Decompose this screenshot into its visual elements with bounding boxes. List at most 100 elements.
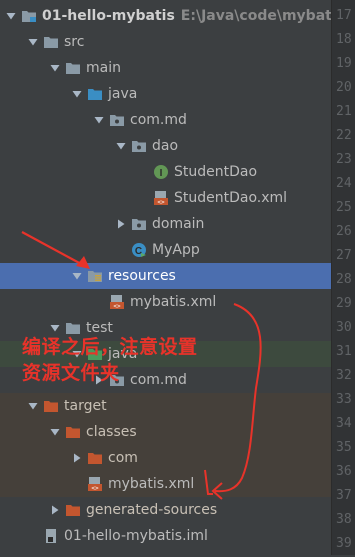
expand-arrow-right-icon[interactable] — [114, 211, 128, 237]
line-number: 24 — [336, 176, 352, 191]
excluded-folder-icon — [42, 393, 60, 419]
line-number: 36 — [336, 464, 352, 479]
excluded-folder-icon — [64, 497, 82, 523]
line-number: 19 — [336, 56, 352, 71]
line-number: 33 — [336, 392, 352, 407]
iml-icon — [42, 523, 60, 549]
xml-icon: <> — [152, 185, 170, 211]
expand-arrow-down-icon[interactable] — [48, 419, 62, 445]
tree-item-studentdao[interactable]: I StudentDao — [0, 159, 331, 185]
tree-item-resources[interactable]: resources — [0, 263, 331, 289]
tree-item-label: StudentDao — [174, 164, 258, 180]
expand-arrow-down-icon[interactable] — [48, 55, 62, 81]
tree-item-domain[interactable]: domain — [0, 211, 331, 237]
expand-arrow-down-icon[interactable] — [70, 81, 84, 107]
expand-arrow-down-icon[interactable] — [4, 3, 18, 29]
tree-item-label: com — [108, 450, 138, 466]
line-number: 31 — [336, 344, 352, 359]
folder-shape — [88, 89, 102, 100]
tree-item-studentdao-xml[interactable]: <> StudentDao.xml — [0, 185, 331, 211]
xml-icon: <> — [108, 289, 126, 315]
tree-item-main[interactable]: main — [0, 55, 331, 81]
folder-shape — [44, 401, 58, 412]
tree-item-target[interactable]: target — [0, 393, 331, 419]
svg-text:<>: <> — [113, 303, 121, 310]
expand-arrow-down-icon[interactable] — [26, 29, 40, 55]
resources-folder-icon — [86, 263, 104, 289]
expand-arrow-right-icon[interactable] — [48, 497, 62, 523]
annotation-text-line2: 资源文件夹 — [22, 362, 120, 384]
tree-item-label: dao — [152, 138, 179, 154]
tree-item-label: mybatis.xml — [130, 294, 217, 310]
line-number: 38 — [336, 512, 352, 527]
tree-item-iml[interactable]: 01-hello-mybatis.iml — [0, 523, 331, 549]
tree-item-generated-sources[interactable]: generated-sources — [0, 497, 331, 523]
expand-arrow-down-icon[interactable] — [92, 107, 106, 133]
module-icon — [20, 3, 38, 29]
folder-shape — [66, 63, 80, 74]
source-folder-icon — [86, 81, 104, 107]
tree-item-label: target — [64, 398, 107, 414]
line-number: 34 — [336, 416, 352, 431]
tree-item-label: domain — [152, 216, 205, 232]
package-icon — [130, 211, 148, 237]
tree-item-label: src — [64, 34, 85, 50]
folder-icon — [42, 29, 60, 55]
folder-shape — [66, 505, 80, 516]
expand-arrow-down-icon[interactable] — [26, 393, 40, 419]
tree-item-label: main — [86, 60, 121, 76]
tree-item-java[interactable]: java — [0, 81, 331, 107]
tree-item-target-mybatis-xml[interactable]: <> mybatis.xml — [0, 471, 331, 497]
tree-item-myapp[interactable]: C MyApp — [0, 237, 331, 263]
tree-item-label: 01-hello-mybatis.iml — [64, 528, 208, 544]
expand-arrow-right-icon[interactable] — [70, 445, 84, 471]
project-path: E:\Java\code\mybatis — [180, 8, 331, 24]
excluded-folder-icon — [64, 419, 82, 445]
svg-text:<>: <> — [91, 485, 99, 492]
tree-item-label: classes — [86, 424, 137, 440]
line-number: 25 — [336, 200, 352, 215]
tree-item-dao[interactable]: dao — [0, 133, 331, 159]
tree-item-label: java — [108, 86, 138, 102]
expand-arrow-down-icon[interactable] — [70, 263, 84, 289]
svg-text:I: I — [160, 168, 163, 179]
line-number: 28 — [336, 272, 352, 287]
tree-item-com-md[interactable]: com.md — [0, 107, 331, 133]
tree-item-label: com.md — [130, 372, 187, 388]
folder-shape — [44, 37, 58, 48]
line-number: 27 — [336, 248, 352, 263]
line-number: 29 — [336, 296, 352, 311]
folder-icon — [64, 55, 82, 81]
line-number: 20 — [336, 80, 352, 95]
line-number: 17 — [336, 8, 352, 23]
line-number: 21 — [336, 104, 352, 119]
folder-shape — [66, 427, 80, 438]
line-number: 35 — [336, 440, 352, 455]
line-number: 22 — [336, 128, 352, 143]
xml-icon: <> — [86, 471, 104, 497]
project-tree: 01-hello-mybatis E:\Java\code\mybatis src… — [0, 0, 331, 555]
expand-arrow-down-icon[interactable] — [114, 133, 128, 159]
line-number: 23 — [336, 152, 352, 167]
folder-shape — [88, 453, 102, 464]
annotation-text-line1: 编译之后，注意设置 — [22, 336, 198, 358]
line-number: 39 — [336, 536, 352, 551]
tree-item-src[interactable]: src — [0, 29, 331, 55]
tree-item-label: resources — [108, 268, 176, 284]
line-number: 26 — [336, 224, 352, 239]
tree-item-project[interactable]: 01-hello-mybatis E:\Java\code\mybatis — [0, 3, 331, 29]
package-icon — [108, 107, 126, 133]
tree-item-classes[interactable]: classes — [0, 419, 331, 445]
tree-item-com[interactable]: com — [0, 445, 331, 471]
tree-item-mybatis-xml[interactable]: <> mybatis.xml — [0, 289, 331, 315]
class-icon: C — [130, 237, 148, 263]
tree-item-label: mybatis.xml — [108, 476, 195, 492]
tree-item-label: StudentDao.xml — [174, 190, 288, 206]
svg-text:<>: <> — [157, 199, 165, 206]
line-number: 37 — [336, 488, 352, 503]
package-icon — [130, 133, 148, 159]
tree-item-label: generated-sources — [86, 502, 218, 518]
line-number: 30 — [336, 320, 352, 335]
excluded-folder-icon — [86, 445, 104, 471]
line-number: 18 — [336, 32, 352, 47]
